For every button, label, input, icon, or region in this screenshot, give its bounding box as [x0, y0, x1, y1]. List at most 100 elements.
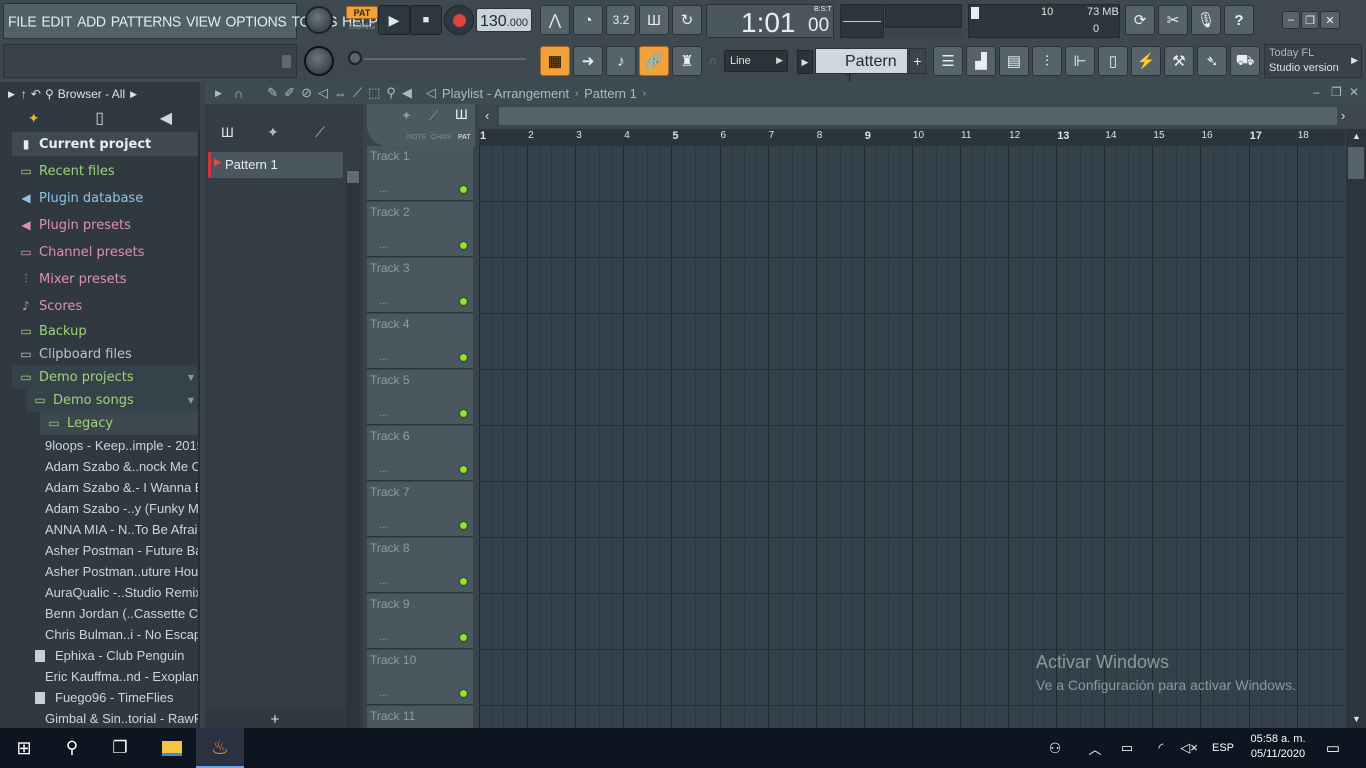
scroll-right-icon[interactable]: ›	[1341, 108, 1345, 123]
playlist-menu-icon[interactable]: ▶	[215, 88, 222, 99]
track-options-icon[interactable]: ...	[379, 688, 387, 699]
playlist-close-icon[interactable]: ✕	[1349, 85, 1359, 99]
browser-file-item[interactable]: AuraQualic -..Studio Remix)	[28, 582, 198, 603]
timeline-ruler[interactable]: 1 2 3 4 5 6 7 8 9 10 11 12 13 14 15 16 17 18	[479, 129, 1345, 146]
minimize-button[interactable]: –	[1282, 11, 1300, 29]
horizontal-scroll-thumb[interactable]	[499, 107, 1337, 125]
vertical-scroll-thumb[interactable]	[1348, 147, 1364, 179]
track-mute-led[interactable]	[459, 409, 468, 418]
project-notes-button[interactable]: ▯	[1098, 46, 1128, 76]
track-mute-led[interactable]	[459, 689, 468, 698]
chevron-right-icon[interactable]: ▶	[130, 89, 137, 100]
browser-item-current-project[interactable]: ▮ Current project	[12, 132, 198, 156]
menu-patterns[interactable]: PATTERNS	[111, 13, 182, 30]
menu-file[interactable]: FILE	[8, 13, 37, 30]
browser-file-item[interactable]: Eric Kauffma..nd - Exoplanet	[28, 666, 198, 687]
track-header[interactable]: Track 9...	[367, 594, 473, 649]
track-mute-led[interactable]	[459, 353, 468, 362]
browser-file-item[interactable]: Adam Szabo -..y (Funky Mix)	[28, 498, 198, 519]
browser-file-item[interactable]: Fuego96 - TimeFlies	[28, 687, 198, 708]
clock[interactable]: 05:58 a. m. 05/11/2020	[1246, 731, 1310, 765]
file-explorer-button[interactable]	[148, 728, 196, 768]
tempo-display[interactable]: 130 .000	[476, 8, 532, 32]
track-header[interactable]: Track 2...	[367, 202, 473, 257]
track-options-icon[interactable]: ...	[379, 464, 387, 475]
language-indicator[interactable]: ESP	[1208, 728, 1238, 768]
shop-button[interactable]: ⛟	[1230, 46, 1260, 76]
zoom-icon[interactable]: ⚲	[386, 85, 396, 101]
touch-keyboard-button[interactable]: ⚒	[1164, 46, 1194, 76]
search-icon[interactable]: ⚲	[45, 87, 54, 101]
people-button[interactable]: ⚇	[1042, 728, 1068, 768]
expand-arrow-icon[interactable]: ▼	[188, 396, 194, 405]
menu-options[interactable]: OPTIONS	[226, 13, 287, 30]
mute-icon[interactable]: ◁	[318, 85, 328, 101]
cut-tool-button[interactable]: ✂	[1158, 5, 1188, 35]
playback-icon[interactable]: ◀	[402, 85, 412, 101]
tab-plugins-icon[interactable]: ◀	[160, 108, 172, 128]
up-arrow-icon[interactable]: ↑	[21, 87, 27, 101]
browser-item-plugin-database[interactable]: ◀ Plugin database	[12, 186, 198, 210]
browser-scrollbar[interactable]	[198, 130, 200, 728]
snap-to-note-button[interactable]: ♪	[606, 46, 636, 76]
track-options-icon[interactable]: ...	[379, 576, 387, 587]
multilink-button[interactable]: 🔗	[639, 46, 669, 76]
search-button[interactable]: ⚲	[48, 728, 96, 768]
maximize-button[interactable]: ❐	[1301, 11, 1319, 29]
scroll-up-icon[interactable]: ▲	[1352, 131, 1361, 141]
network-button[interactable]: ◜	[1150, 728, 1172, 768]
online-button[interactable]: ➴	[1197, 46, 1227, 76]
track-mute-led[interactable]	[459, 521, 468, 530]
menu-edit[interactable]: EDIT	[41, 13, 72, 30]
plugin-picker-button[interactable]: ⚡	[1131, 46, 1161, 76]
browser-item-scores[interactable]: ♪ Scores	[12, 294, 198, 318]
stop-button[interactable]: ■	[410, 5, 442, 35]
show-hidden-icons-button[interactable]: ︿	[1084, 728, 1106, 768]
start-button[interactable]: ⊞	[0, 728, 48, 768]
tab-all-icon[interactable]: ✦	[28, 110, 40, 127]
browser-item-recent-files[interactable]: ▭ Recent files	[12, 159, 198, 183]
chan-filter-icon[interactable]: ⟋	[429, 108, 438, 124]
browser-item-mixer-presets[interactable]: ⫶ Mixer presets	[12, 267, 198, 291]
browser-file-item[interactable]: Asher Postman..uture House	[28, 561, 198, 582]
mixer-window-button[interactable]: ⫶	[1032, 46, 1062, 76]
pat-filter-icon[interactable]: Ш	[455, 106, 468, 122]
add-pattern-button[interactable]: +	[909, 48, 926, 74]
track-options-icon[interactable]: ...	[379, 408, 387, 419]
slice-icon[interactable]: ⟋	[353, 85, 362, 101]
snap-selector[interactable]: Line ▶	[724, 50, 788, 72]
scroll-down-icon[interactable]: ▼	[1352, 714, 1361, 724]
pat-mode-button[interactable]: PAT	[346, 6, 378, 19]
browser-item-backup[interactable]: ▭ Backup	[12, 319, 198, 343]
close-button[interactable]: ✕	[1320, 11, 1340, 29]
browser-file-item[interactable]: Asher Postman - Future Bass	[28, 540, 198, 561]
paint-icon[interactable]: ✐	[284, 85, 295, 101]
loop-record-button[interactable]: ↻	[672, 5, 702, 35]
tab-note[interactable]: NOTE	[407, 134, 426, 141]
magnet-icon[interactable]: ∩	[234, 86, 243, 101]
battery-button[interactable]: ▭	[1116, 728, 1138, 768]
arrangement-grid[interactable]	[479, 146, 1345, 728]
playlist-maximize-icon[interactable]: ❐	[1331, 85, 1342, 99]
track-header[interactable]: Track 10...	[367, 650, 473, 705]
play-button[interactable]: ▶	[378, 5, 410, 35]
tab-chan[interactable]: CHAN	[431, 134, 451, 141]
record-button[interactable]	[444, 5, 474, 35]
tab-current-project-icon[interactable]: ▯	[95, 108, 104, 128]
track-header[interactable]: Track 1...	[367, 146, 473, 201]
channel-rack-window-button[interactable]: ▤	[999, 46, 1029, 76]
pattern-selector[interactable]: Pattern 1	[815, 48, 908, 88]
undo-icon[interactable]: ↶	[31, 87, 41, 101]
panic-button[interactable]: ♜	[672, 46, 702, 76]
browser-file-item[interactable]: Benn Jordan (..Cassette Cafe	[28, 603, 198, 624]
track-mute-led[interactable]	[459, 465, 468, 474]
menu-add[interactable]: ADD	[77, 13, 106, 30]
news-panel[interactable]: Today FL Studio version ▶	[1264, 44, 1362, 78]
track-options-icon[interactable]: ...	[379, 352, 387, 363]
fl-studio-taskbar-button[interactable]: ♨	[196, 728, 244, 768]
browser-menu-icon[interactable]: ▶	[8, 89, 15, 100]
wait-for-input-button[interactable]: ◔	[573, 5, 603, 35]
typing-keyboard-button[interactable]: ▦	[540, 46, 570, 76]
picker-scrollbar[interactable]	[346, 170, 360, 728]
menu-view[interactable]: VIEW	[186, 13, 221, 30]
